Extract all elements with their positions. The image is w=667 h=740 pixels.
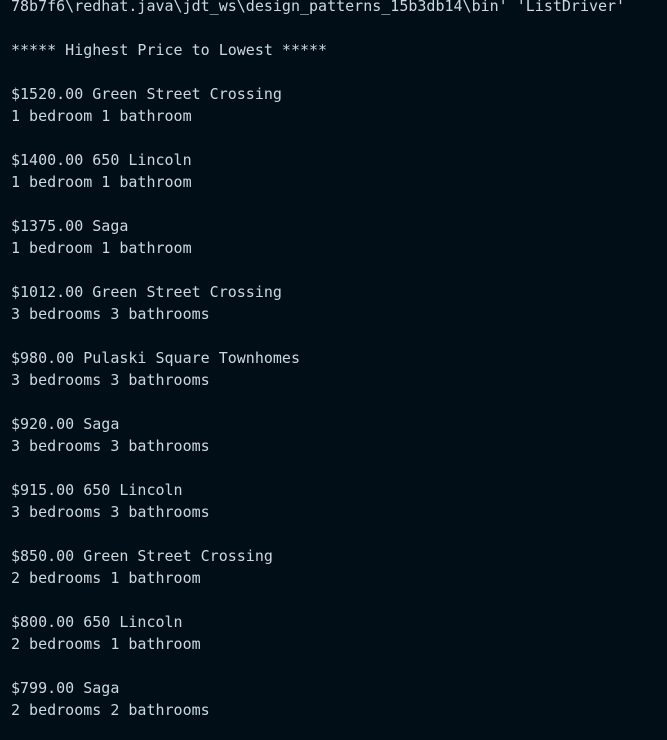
listing-price-name: $1520.00 Green Street Crossing (11, 85, 282, 103)
listing-price-name: $920.00 Saga (11, 415, 120, 433)
listing-rooms: 1 bedroom 1 bathroom (11, 107, 192, 125)
listing-rooms: 3 bedrooms 3 bathrooms (11, 437, 210, 455)
listing-rooms: 2 bedrooms 2 bathrooms (11, 701, 210, 719)
listing-rooms: 2 bedrooms 1 bathroom (11, 635, 201, 653)
listing-price-name: $800.00 650 Lincoln (11, 613, 183, 631)
listing-rooms: 1 bedroom 1 bathroom (11, 173, 192, 191)
listing-price-name: $915.00 650 Lincoln (11, 481, 183, 499)
listing-rooms: 2 bedrooms 1 bathroom (11, 569, 201, 587)
command-line: 78b7f6\redhat.java\jdt_ws\design_pattern… (11, 0, 626, 15)
terminal-output: 78b7f6\redhat.java\jdt_ws\design_pattern… (11, 0, 667, 721)
listing-rooms: 3 bedrooms 3 bathrooms (11, 371, 210, 389)
listing-rooms: 3 bedrooms 3 bathrooms (11, 503, 210, 521)
listing-rooms: 1 bedroom 1 bathroom (11, 239, 192, 257)
listing-price-name: $850.00 Green Street Crossing (11, 547, 273, 565)
listing-price-name: $980.00 Pulaski Square Townhomes (11, 349, 300, 367)
listing-rooms: 3 bedrooms 3 bathrooms (11, 305, 210, 323)
listing-price-name: $1012.00 Green Street Crossing (11, 283, 282, 301)
listing-price-name: $1375.00 Saga (11, 217, 129, 235)
listing-price-name: $1400.00 650 Lincoln (11, 151, 192, 169)
listing-price-name: $799.00 Saga (11, 679, 120, 697)
terminal-panel[interactable]: 78b7f6\redhat.java\jdt_ws\design_pattern… (0, 0, 667, 740)
output-heading: ***** Highest Price to Lowest ***** (11, 41, 328, 59)
